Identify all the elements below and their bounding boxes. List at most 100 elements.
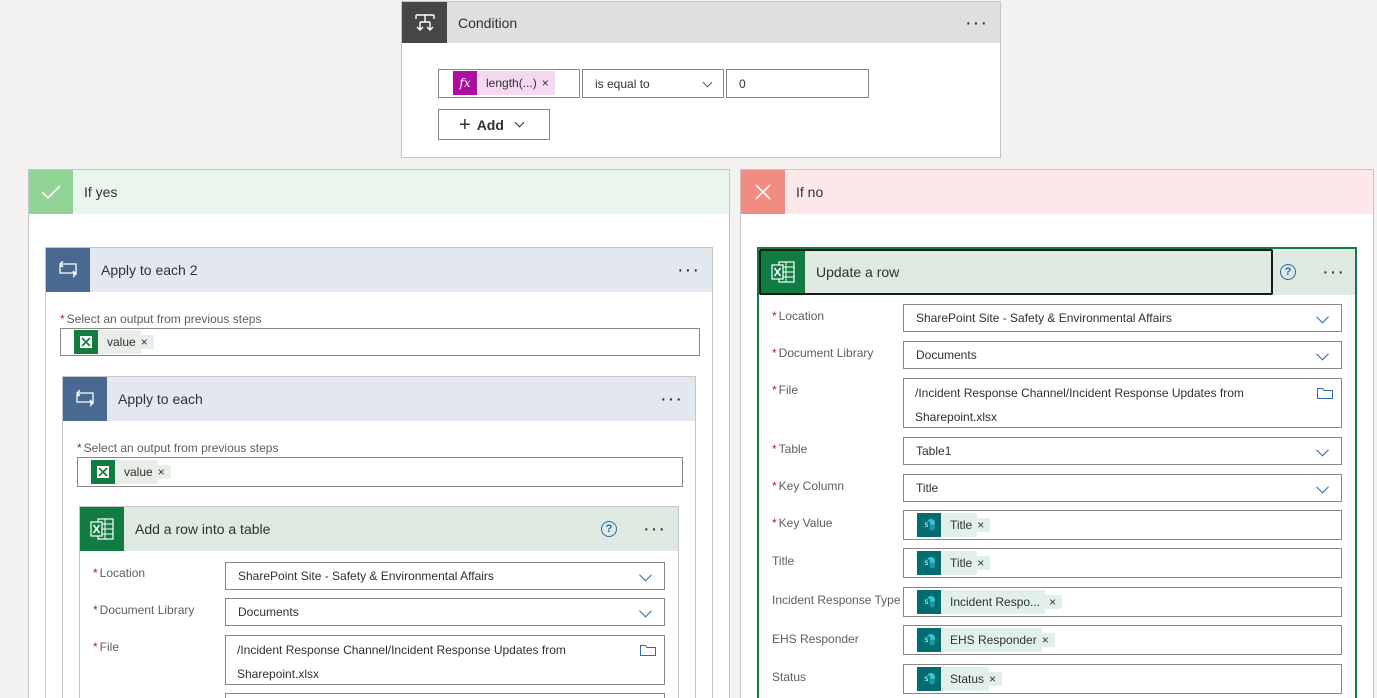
location-select[interactable]: SharePoint Site - Safety & Environmental… [225, 562, 665, 590]
remove-token-icon[interactable]: × [989, 672, 1003, 686]
remove-token-icon[interactable]: × [977, 556, 991, 570]
more-options-icon[interactable]: ··· [643, 519, 666, 539]
table-select[interactable]: Table1 [903, 437, 1342, 465]
file-input[interactable]: /Incident Response Channel/Incident Resp… [225, 635, 665, 685]
excel-icon [74, 330, 98, 354]
incident-response-type-token[interactable]: S Incident Respo... × [917, 590, 1063, 614]
document-library-value: Documents [238, 605, 299, 619]
document-library-label: * Document Library [772, 346, 874, 360]
condition-card: Condition ··· fx length(...) × is equal … [401, 1, 1001, 158]
if-yes-header[interactable]: If yes [29, 170, 729, 214]
more-options-icon[interactable]: ··· [660, 389, 683, 409]
title-token[interactable]: S Title × [917, 551, 991, 575]
file-value-line1: /Incident Response Channel/Incident Resp… [237, 643, 566, 657]
document-library-select[interactable]: Documents [903, 341, 1342, 369]
add-condition-button[interactable]: + Add [438, 109, 550, 140]
incident-response-type-token-text: Incident Respo... [941, 590, 1046, 614]
location-value: SharePoint Site - Safety & Environmental… [916, 311, 1172, 325]
apply-to-each-header[interactable]: Apply to each ··· [63, 377, 695, 421]
add-row-header[interactable]: Add a row into a table ? ··· [80, 507, 678, 551]
plus-icon: + [459, 113, 471, 136]
chevron-down-icon [639, 568, 652, 582]
remove-token-icon[interactable]: × [157, 465, 171, 479]
ehs-responder-token[interactable]: S EHS Responder × [917, 628, 1055, 652]
more-options-icon[interactable]: ··· [1322, 262, 1345, 282]
next-field[interactable] [225, 693, 665, 698]
document-library-value: Documents [916, 348, 977, 362]
value-token-text: value [115, 460, 158, 484]
location-label: * Location [772, 309, 825, 323]
svg-text:S: S [925, 637, 929, 644]
status-label: Status [772, 670, 807, 684]
document-library-select[interactable]: Documents [225, 598, 665, 626]
condition-value-text: 0 [739, 76, 746, 91]
close-icon [741, 170, 785, 214]
chevron-down-icon [1316, 480, 1329, 494]
condition-value-input[interactable]: 0 [726, 69, 869, 98]
remove-token-icon[interactable]: × [977, 518, 991, 532]
chevron-down-icon [702, 77, 713, 88]
help-icon[interactable]: ? [1280, 264, 1297, 280]
condition-header[interactable]: Condition ··· [402, 2, 1000, 43]
chevron-down-icon [1316, 310, 1329, 324]
file-value-line1: /Incident Response Channel/Incident Resp… [915, 386, 1244, 400]
key-column-select[interactable]: Title [903, 474, 1342, 502]
value-token-text: value [98, 330, 141, 354]
sharepoint-icon: S [917, 551, 941, 575]
svg-text:S: S [925, 599, 929, 606]
table-value: Table1 [916, 444, 952, 458]
remove-token-icon[interactable]: × [140, 335, 154, 349]
condition-operator-text: is equal to [595, 76, 650, 91]
status-token[interactable]: S Status × [917, 667, 1003, 691]
folder-icon[interactable] [1317, 387, 1333, 402]
update-row-header[interactable]: Update a row ? ··· [759, 249, 1355, 295]
condition-left-operand[interactable]: fx length(...) × [438, 69, 580, 98]
output-input[interactable]: value × [60, 328, 700, 356]
title-token[interactable]: S Title × [917, 513, 991, 537]
if-no-header[interactable]: If no [741, 170, 1373, 214]
output-label: * Select an output from previous steps [77, 441, 279, 455]
chevron-down-icon [1316, 347, 1329, 361]
chevron-down-icon [639, 604, 652, 618]
apply-to-each-2-header[interactable]: Apply to each 2 ··· [46, 248, 712, 292]
sharepoint-icon: S [917, 513, 941, 537]
remove-token-icon[interactable]: × [541, 76, 555, 90]
status-input[interactable]: S Status × [903, 664, 1342, 694]
apply-to-each-2-title: Apply to each 2 [101, 262, 198, 278]
condition-more-icon[interactable]: ··· [965, 13, 988, 33]
more-options-icon[interactable]: ··· [677, 260, 700, 280]
file-input[interactable]: /Incident Response Channel/Incident Resp… [903, 378, 1342, 428]
key-column-label: * Key Column [772, 479, 845, 493]
condition-operator-select[interactable]: is equal to [582, 69, 724, 98]
title-token-text: Title [941, 513, 978, 537]
status-token-text: Status [941, 667, 990, 691]
location-label: * Location [93, 566, 146, 580]
title-token-text: Title [941, 551, 978, 575]
value-token[interactable]: value × [91, 460, 171, 484]
update-row-card: Update a row ? ··· * Location SharePoint … [757, 247, 1357, 698]
ehs-responder-input[interactable]: S EHS Responder × [903, 625, 1342, 655]
ehs-responder-token-text: EHS Responder [941, 628, 1042, 652]
excel-icon [91, 460, 115, 484]
checkmark-icon [29, 170, 73, 214]
value-token[interactable]: value × [74, 330, 154, 354]
help-icon[interactable]: ? [601, 521, 618, 537]
file-value-line2: Sharepoint.xlsx [237, 667, 320, 681]
apply-to-each-title: Apply to each [118, 391, 203, 407]
loop-icon [63, 377, 107, 421]
folder-icon[interactable] [640, 644, 656, 659]
key-value-input[interactable]: S Title × [903, 510, 1342, 540]
loop-icon [46, 248, 90, 292]
remove-token-icon[interactable]: × [1041, 633, 1055, 647]
remove-token-icon[interactable]: × [1045, 595, 1063, 609]
expression-token[interactable]: fx length(...) × [453, 71, 555, 95]
incident-response-type-input[interactable]: S Incident Respo... × [903, 587, 1342, 617]
title-input[interactable]: S Title × [903, 548, 1342, 578]
sharepoint-icon: S [917, 590, 941, 614]
sharepoint-icon: S [917, 667, 941, 691]
expression-token-text: length(...) [477, 71, 542, 95]
update-row-selected-frame [759, 249, 1273, 295]
output-input[interactable]: value × [77, 457, 683, 487]
location-select[interactable]: SharePoint Site - Safety & Environmental… [903, 304, 1342, 332]
title-label: Title [772, 554, 795, 568]
